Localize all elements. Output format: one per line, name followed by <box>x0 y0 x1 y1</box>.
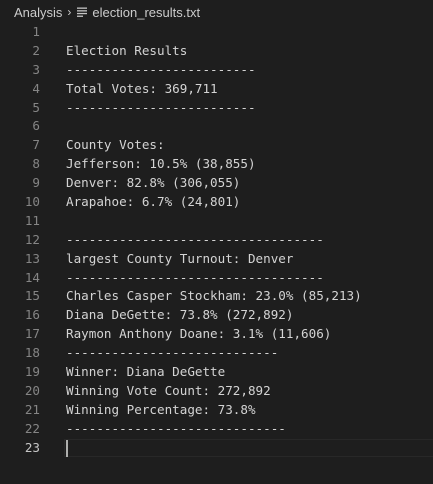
line-text: Diana DeGette: 73.8% (272,892) <box>66 307 294 323</box>
line-number: 14 <box>24 269 40 285</box>
line-text: Arapahoe: 6.7% (24,801) <box>66 194 241 210</box>
line-number: 21 <box>24 401 40 417</box>
line-number: 7 <box>32 137 40 153</box>
line-text: Raymon Anthony Doane: 3.1% (11,606) <box>66 326 332 342</box>
line-number: 17 <box>24 326 40 342</box>
line-number: 23 <box>24 439 40 455</box>
line-text: ---------------------------------- <box>66 231 324 247</box>
code-line[interactable]: 1 <box>0 23 433 42</box>
chevron-right-icon: › <box>67 5 72 19</box>
line-text: ------------------------- <box>66 61 256 77</box>
file-lines-icon <box>77 7 88 17</box>
line-number: 20 <box>24 382 40 398</box>
line-number: 18 <box>24 345 40 361</box>
code-line[interactable]: 6 <box>0 117 433 136</box>
line-text: Denver: 82.8% (306,055) <box>66 175 241 191</box>
code-line[interactable]: 17 Raymon Anthony Doane: 3.1% (11,606) <box>0 325 433 344</box>
line-number: 6 <box>32 118 40 134</box>
breadcrumb: Analysis › election_results.txt <box>0 0 433 24</box>
line-text: Winning Percentage: 73.8% <box>66 401 256 417</box>
code-line[interactable]: 10 Arapahoe: 6.7% (24,801) <box>0 193 433 212</box>
line-text: ---------------------------------- <box>66 269 324 285</box>
line-number: 1 <box>32 24 40 39</box>
line-number: 15 <box>24 288 40 304</box>
line-number: 9 <box>32 175 40 191</box>
line-number: 4 <box>32 80 40 96</box>
code-line[interactable]: 13 largest County Turnout: Denver <box>0 250 433 269</box>
line-text: largest County Turnout: Denver <box>66 250 294 266</box>
line-text: Election Results <box>66 42 188 58</box>
line-text: Total Votes: 369,711 <box>66 80 218 96</box>
line-text: ----------------------------- <box>66 420 286 436</box>
code-line[interactable]: 20 Winning Vote Count: 272,892 <box>0 382 433 401</box>
text-editor: Analysis › election_results.txt 1 2 Electi… <box>0 0 433 484</box>
breadcrumb-folder[interactable]: Analysis <box>14 5 62 20</box>
code-line[interactable]: 7 County Votes: <box>0 136 433 155</box>
line-number: 13 <box>24 250 40 266</box>
code-line[interactable]: 9 Denver: 82.8% (306,055) <box>0 174 433 193</box>
line-number: 16 <box>24 307 40 323</box>
line-number: 2 <box>32 42 40 58</box>
line-text: ------------------------- <box>66 99 256 115</box>
current-line-highlight <box>64 438 433 458</box>
code-line[interactable]: 4 Total Votes: 369,711 <box>0 80 433 99</box>
line-number: 11 <box>24 212 40 228</box>
line-text: Winning Vote Count: 272,892 <box>66 382 271 398</box>
line-number: 10 <box>24 194 40 210</box>
line-number: 19 <box>24 364 40 380</box>
code-area[interactable]: 1 2 Election Results 3 ---------------------… <box>0 23 433 458</box>
code-line[interactable]: 3 ------------------------- <box>0 61 433 80</box>
line-number: 3 <box>32 61 40 77</box>
text-cursor <box>66 439 68 457</box>
code-line[interactable]: 11 <box>0 212 433 231</box>
line-text: County Votes: <box>66 137 165 153</box>
breadcrumb-file[interactable]: election_results.txt <box>92 5 200 20</box>
code-line[interactable]: 18 ---------------------------- <box>0 344 433 363</box>
line-number: 22 <box>24 420 40 436</box>
code-line[interactable]: 12 ---------------------------------- <box>0 231 433 250</box>
code-line[interactable]: 19 Winner: Diana DeGette <box>0 363 433 382</box>
line-number: 5 <box>32 99 40 115</box>
code-line[interactable]: 22 ----------------------------- <box>0 420 433 439</box>
line-text: Winner: Diana DeGette <box>66 364 226 380</box>
line-text: ---------------------------- <box>66 345 279 361</box>
code-line[interactable]: 15 Charles Casper Stockham: 23.0% (85,213… <box>0 287 433 306</box>
code-line[interactable]: 23 <box>0 438 433 458</box>
line-number: 8 <box>32 156 40 172</box>
code-line[interactable]: 2 Election Results <box>0 42 433 61</box>
code-line[interactable]: 8 Jefferson: 10.5% (38,855) <box>0 155 433 174</box>
line-text: Charles Casper Stockham: 23.0% (85,213) <box>66 288 362 304</box>
line-number: 12 <box>24 231 40 247</box>
code-line[interactable]: 21 Winning Percentage: 73.8% <box>0 401 433 420</box>
code-line[interactable]: 5 ------------------------- <box>0 99 433 118</box>
line-text: Jefferson: 10.5% (38,855) <box>66 156 256 172</box>
code-line[interactable]: 14 ---------------------------------- <box>0 269 433 288</box>
code-line[interactable]: 16 Diana DeGette: 73.8% (272,892) <box>0 306 433 325</box>
